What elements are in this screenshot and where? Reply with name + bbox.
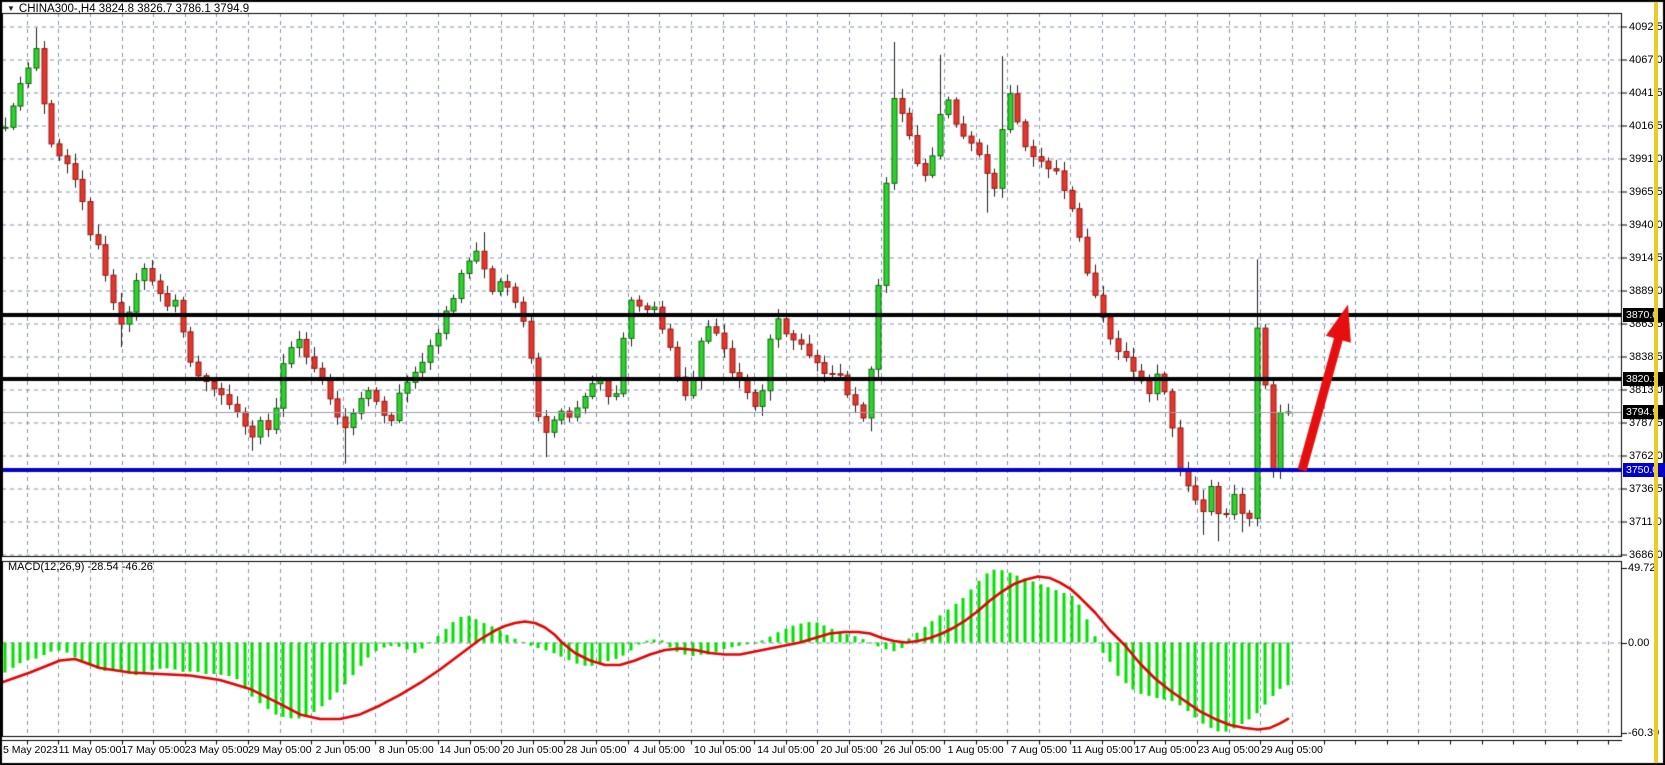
time-tick-label: 17 Aug 05:00 <box>1134 744 1196 756</box>
time-tick-label: 11 May 05:00 <box>59 744 122 756</box>
time-tick-label: 4 Jul 05:00 <box>634 744 685 756</box>
time-tick-label: 20 Jun 05:00 <box>502 744 563 756</box>
time-tick-label: 29 Aug 05:00 <box>1261 744 1323 756</box>
macd-tick-label: 49.72 <box>1628 562 1656 574</box>
bid-price-tag: 3794.9 <box>1623 405 1665 419</box>
time-tick-label: 26 Jul 05:00 <box>884 744 941 756</box>
time-tick-label: 23 Aug 05:00 <box>1198 744 1260 756</box>
time-tick-label: 23 May 05:00 <box>185 744 249 756</box>
time-tick-label: 8 Jun 05:00 <box>379 744 434 756</box>
time-tick-label: 14 Jul 05:00 <box>757 744 814 756</box>
time-tick-label: 1 Aug 05:00 <box>948 744 1004 756</box>
time-tick-label: 7 Aug 05:00 <box>1011 744 1067 756</box>
chart-canvas[interactable] <box>0 0 1665 765</box>
level-3870-tag: 3870.0 <box>1623 308 1665 322</box>
time-tick-label: 29 May 05:00 <box>248 744 312 756</box>
level-3750-tag: 3750.0 <box>1623 463 1665 477</box>
time-tick-label: 20 Jul 05:00 <box>821 744 878 756</box>
symbol-ohlc-label: CHINA300-,H4 3824.8 3826.7 3786.1 3794.9 <box>19 3 249 15</box>
level-3820-tag: 3820.1 <box>1623 372 1665 386</box>
time-tick-label: 14 Jun 05:00 <box>439 744 500 756</box>
time-tick-label: 10 Jul 05:00 <box>694 744 751 756</box>
chevron-down-icon[interactable]: ▼ <box>7 4 15 13</box>
time-tick-label: 11 Aug 05:00 <box>1072 744 1133 756</box>
macd-tick-label: 0.00 <box>1628 637 1649 649</box>
window-edge-strip <box>1654 2 1658 763</box>
time-tick-label: 17 May 05:00 <box>121 744 185 756</box>
time-tick-label: 5 May 2023 <box>3 744 58 756</box>
trading-chart-window: ▼ CHINA300-,H4 3824.8 3826.7 3786.1 3794.… <box>0 0 1665 765</box>
time-tick-label: 2 Jun 05:00 <box>316 744 371 756</box>
symbol-title-bar[interactable]: ▼ CHINA300-,H4 3824.8 3826.7 3786.1 3794.… <box>7 3 249 15</box>
macd-indicator-label: MACD(12,26,9) -28.54 -46.26 <box>8 561 153 573</box>
time-tick-label: 28 Jun 05:00 <box>566 744 627 756</box>
